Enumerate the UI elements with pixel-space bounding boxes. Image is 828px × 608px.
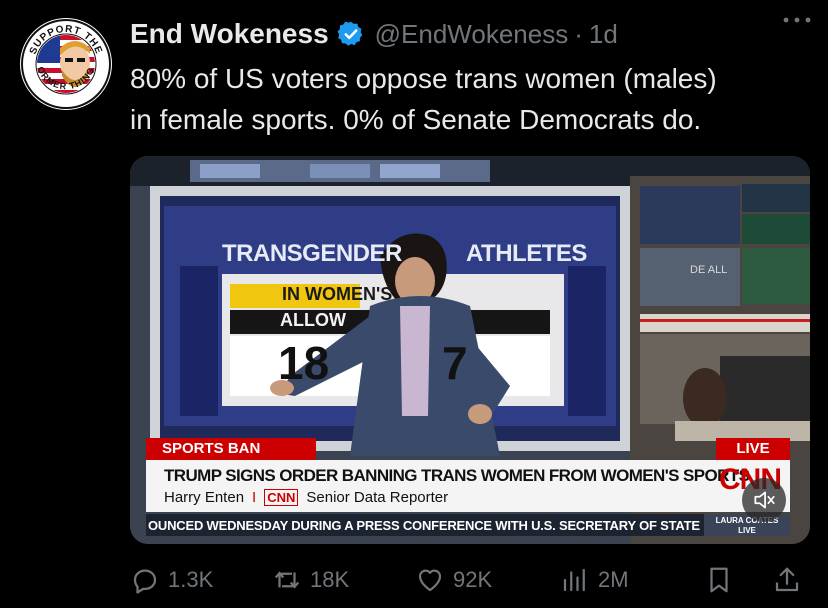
heart-icon	[418, 569, 442, 592]
tweet-text: 80% of US voters oppose trans women (mal…	[130, 58, 820, 140]
avatar[interactable]: SUPPORT THE FORMER THINGS	[20, 18, 112, 110]
views-button[interactable]: 2M	[560, 560, 629, 600]
screen-row-label: ALLOW	[280, 310, 346, 330]
separator-dot: ·	[574, 18, 583, 49]
ticker-text: OUNCED WEDNESDAY DURING A PRESS CONFEREN…	[148, 518, 700, 533]
share-icon	[775, 567, 799, 592]
avatar-image: SUPPORT THE FORMER THINGS	[20, 18, 111, 109]
reply-button[interactable]: 1.3K	[130, 560, 213, 600]
mute-button[interactable]	[742, 478, 786, 522]
reporter-separator: I	[252, 489, 257, 506]
action-bar: 1.3K 18K 92K 2M	[130, 560, 808, 600]
display-name[interactable]: End Wokeness	[130, 18, 329, 50]
verified-badge-icon[interactable]	[337, 20, 365, 48]
tweet-header: End Wokeness @EndWokeness · 1d	[130, 14, 818, 54]
handle[interactable]: @EndWokeness	[375, 19, 569, 50]
repost-icon	[274, 571, 300, 589]
video-player[interactable]: TRANSGENDER ATHLETES IN WOMEN'S ALLOW 18…	[130, 156, 810, 544]
reporter-line: Harry Enten I CNN Senior Data Reporter	[164, 489, 448, 506]
reporter-title: Senior Data Reporter	[306, 489, 449, 506]
bookmark-icon	[710, 567, 728, 593]
monitor-text: DE ALL	[690, 264, 728, 276]
repost-count: 18K	[310, 567, 350, 592]
timestamp[interactable]: 1d	[589, 19, 618, 50]
reporter-name: Harry Enten	[164, 489, 245, 506]
share-button[interactable]	[772, 560, 810, 600]
cnn-small-logo: CNN	[264, 489, 299, 506]
reply-count: 1.3K	[168, 567, 214, 592]
chyron-tag: SPORTS BAN	[146, 438, 316, 460]
views-chart-icon	[563, 568, 585, 592]
live-badge: LIVE	[716, 438, 790, 460]
bookmark-button[interactable]	[704, 560, 742, 600]
screen-subtitle: IN WOMEN'S	[282, 284, 393, 304]
like-count: 92K	[453, 567, 493, 592]
show-live: LIVE	[738, 526, 756, 535]
muted-speaker-icon	[754, 491, 775, 509]
views-count: 2M	[598, 567, 629, 592]
screen-title-left: TRANSGENDER	[222, 240, 402, 267]
tweet-text-line-1: 80% of US voters oppose trans women (mal…	[130, 63, 717, 94]
tweet-text-line-2: in female sports. 0% of Senate Democrats…	[130, 104, 702, 135]
chyron-headline: TRUMP SIGNS ORDER BANNING TRANS WOMEN FR…	[164, 466, 750, 485]
screen-value-right: 7	[442, 337, 468, 389]
repost-button[interactable]: 18K	[272, 560, 349, 600]
more-dots-icon[interactable]	[780, 10, 814, 30]
like-button[interactable]: 92K	[415, 560, 492, 600]
reply-icon	[133, 569, 157, 594]
screen-value-left: 18	[278, 337, 330, 389]
screen-title-right: ATHLETES	[466, 240, 587, 267]
